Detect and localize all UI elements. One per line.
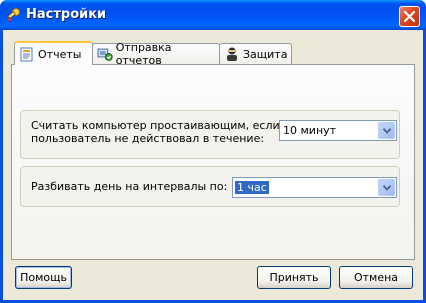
dialog-client-area: Отчеты Отправка отчетов Защита Считать к… bbox=[3, 30, 423, 300]
chevron-down-icon bbox=[383, 128, 391, 134]
apply-button[interactable]: Принять bbox=[257, 266, 331, 289]
close-button[interactable] bbox=[399, 6, 420, 27]
interval-settings-group: Разбивать день на интервалы по: 1 час bbox=[20, 166, 400, 207]
security-tab-icon bbox=[227, 47, 237, 61]
reports-tab-panel: Считать компьютер простаивающим, если по… bbox=[11, 64, 415, 260]
close-icon bbox=[404, 11, 415, 22]
interval-select[interactable]: 1 час bbox=[232, 177, 397, 198]
idle-settings-group: Считать компьютер простаивающим, если по… bbox=[20, 110, 400, 159]
help-button[interactable]: Помощь bbox=[15, 266, 72, 289]
reports-tab-icon bbox=[20, 47, 33, 62]
interval-dropdown-button[interactable] bbox=[378, 179, 395, 196]
window-title: Настройки bbox=[26, 7, 107, 22]
tab-send-reports[interactable]: Отправка отчетов bbox=[92, 41, 220, 67]
interval-value: 1 час bbox=[235, 181, 269, 194]
idle-label-line2: пользователь не действовал в течение: bbox=[31, 132, 265, 145]
idle-time-value: 10 минут bbox=[283, 124, 337, 137]
cancel-button[interactable]: Отмена bbox=[339, 266, 413, 289]
tab-reports-label: Отчеты bbox=[38, 47, 82, 61]
interval-label: Разбивать день на интервалы по: bbox=[31, 180, 228, 193]
send-reports-tab-icon bbox=[97, 48, 113, 61]
settings-dialog: Настройки Отчеты Отправка отчетов Защита… bbox=[0, 0, 426, 303]
idle-time-select[interactable]: 10 минут bbox=[279, 120, 397, 141]
tab-security[interactable]: Защита bbox=[219, 43, 292, 64]
tab-reports[interactable]: Отчеты bbox=[14, 41, 93, 65]
chevron-down-icon bbox=[383, 185, 391, 191]
tab-security-label: Защита bbox=[243, 47, 288, 61]
settings-app-icon bbox=[7, 8, 20, 21]
title-bar[interactable]: Настройки bbox=[0, 0, 426, 30]
idle-time-dropdown-button[interactable] bbox=[378, 122, 395, 139]
idle-label-line1: Считать компьютер простаивающим, если bbox=[31, 119, 280, 132]
